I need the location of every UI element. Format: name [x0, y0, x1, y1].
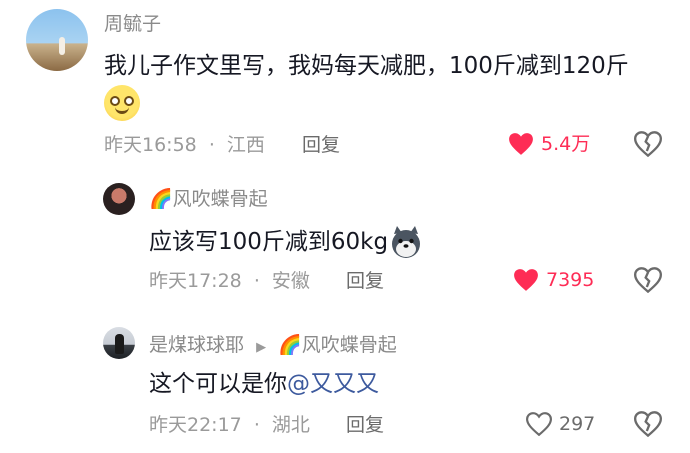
comment-meta: 昨天22:17 · 湖北 [149, 413, 310, 437]
like-button[interactable]: 297 [526, 412, 595, 436]
like-count: 7395 [546, 269, 595, 291]
reply-button[interactable]: 回复 [302, 133, 340, 157]
comment-text: 我儿子作文里写，我妈每天减肥，100斤减到120斤 [104, 53, 629, 79]
reply-button[interactable]: 回复 [346, 269, 384, 293]
avatar[interactable] [103, 327, 135, 359]
comment-username-row: 是煤球球耶 ▶ 🌈风吹蝶骨起 [149, 333, 397, 360]
comment-location: 安徽 [271, 270, 310, 292]
comment-username[interactable]: 周毓子 [104, 12, 161, 36]
comment-time: 昨天22:17 [149, 414, 242, 436]
comment-text-row: 应该写100斤减到60kg [149, 224, 424, 260]
broken-heart-icon [633, 411, 663, 438]
avatar[interactable] [26, 9, 88, 71]
rainbow-emoji: 🌈 [278, 334, 302, 356]
like-count: 297 [559, 413, 596, 435]
dislike-button[interactable] [633, 411, 663, 441]
heart-filled-icon [509, 133, 533, 155]
like-button[interactable]: 7395 [513, 268, 594, 292]
comment-meta: 昨天17:28 · 安徽 [149, 269, 310, 293]
comment-text: 应该写100斤减到60kg [149, 229, 389, 255]
dislike-button[interactable] [633, 267, 663, 297]
reply-to-username[interactable]: 🌈风吹蝶骨起 [278, 334, 397, 356]
broken-heart-icon [633, 131, 663, 158]
comment-username[interactable]: 是煤球球耶 [149, 334, 244, 356]
comment-location: 湖北 [271, 414, 310, 436]
comment-time: 昨天17:28 [149, 270, 242, 292]
avatar[interactable] [103, 183, 135, 215]
heart-outline-icon [526, 412, 552, 436]
heart-filled-icon [514, 269, 538, 291]
reply-arrow-icon: ▶ [256, 340, 267, 355]
comment-location: 江西 [226, 134, 265, 156]
blushing-smile-emoji [104, 85, 140, 121]
meta-separator: · [253, 414, 260, 436]
reply-button[interactable]: 回复 [346, 413, 384, 437]
rainbow-emoji: 🌈 [149, 188, 173, 210]
meta-separator: · [208, 134, 215, 156]
comment-time: 昨天16:58 [104, 134, 197, 156]
comment-text-row: 这个可以是你@又又又 [149, 368, 379, 400]
comment-username[interactable]: 🌈风吹蝶骨起 [149, 187, 268, 211]
meta-separator: · [253, 270, 260, 292]
broken-heart-icon [633, 267, 663, 294]
comment-text: 这个可以是你 [149, 371, 287, 397]
like-count: 5.4万 [541, 133, 591, 155]
mention-link[interactable]: @又又又 [287, 371, 379, 397]
comment-meta: 昨天16:58 · 江西 [104, 133, 265, 157]
dislike-button[interactable] [633, 131, 663, 161]
like-button[interactable]: 5.4万 [508, 132, 590, 156]
husky-dog-emoji [392, 226, 421, 258]
